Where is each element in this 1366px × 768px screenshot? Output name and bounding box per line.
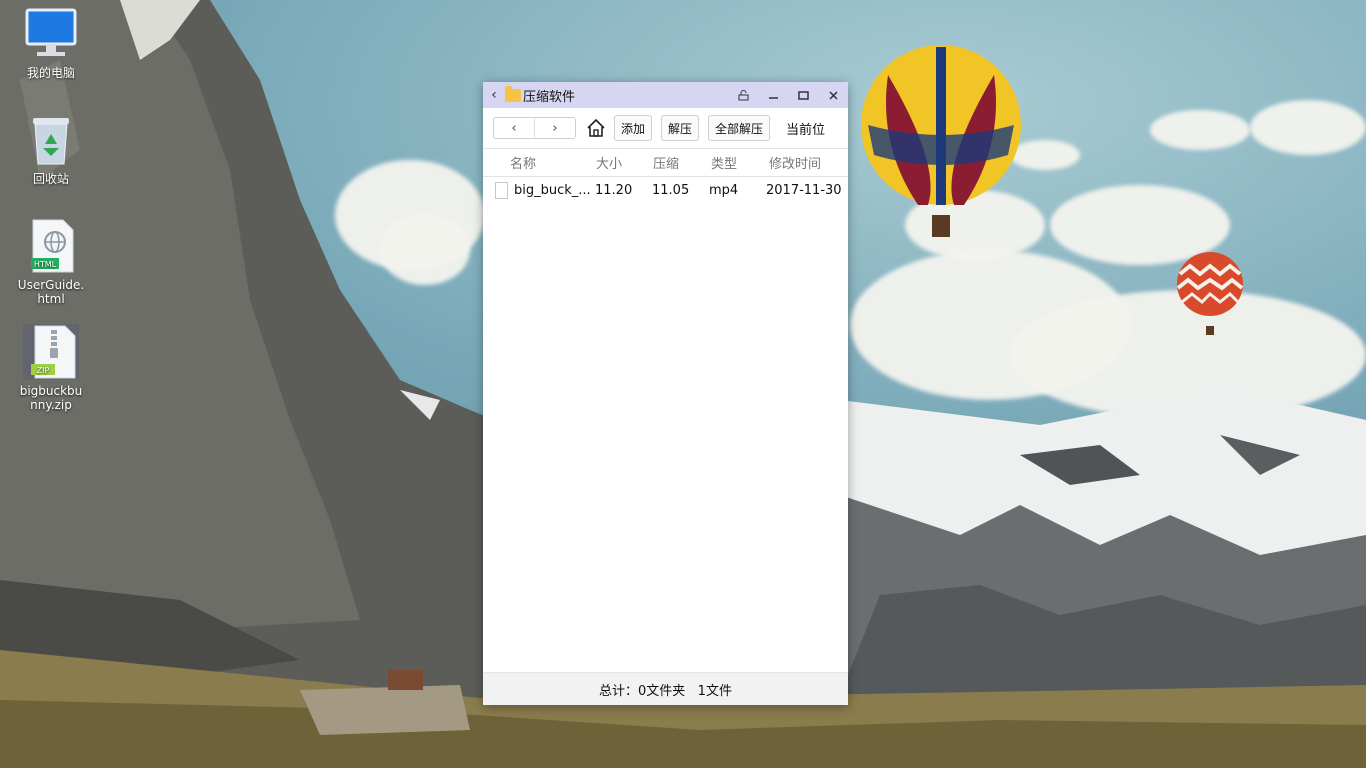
- file-name: big_buck_...: [514, 182, 591, 198]
- column-header-modified[interactable]: 修改时间: [769, 153, 821, 172]
- html-badge: HTML: [34, 260, 57, 269]
- desktop-icon-bigbuckbunny[interactable]: ZIP bigbuckbunny.zip: [16, 324, 86, 412]
- column-header-type[interactable]: 类型: [711, 153, 737, 172]
- file-icon: [495, 181, 508, 199]
- wallpaper-cloud: [1250, 100, 1366, 155]
- add-button[interactable]: 添加: [614, 115, 653, 141]
- window-titlebar[interactable]: ‹ 压缩软件: [483, 82, 848, 108]
- window-title: 压缩软件: [523, 89, 576, 105]
- window-toolbar: ‹ › 添加 解压 全部解压 当前位: [483, 108, 848, 148]
- navigation-group: ‹ ›: [493, 117, 576, 139]
- pin-icon[interactable]: [728, 82, 758, 108]
- minimize-icon[interactable]: [758, 82, 788, 108]
- nav-forward-button[interactable]: ›: [534, 118, 575, 138]
- recycle-bin-icon: [23, 112, 79, 168]
- extract-all-button[interactable]: 全部解压: [708, 115, 771, 141]
- desktop-icon-recycle-bin[interactable]: 回收站: [16, 112, 86, 186]
- file-size: 11.20: [595, 182, 633, 198]
- desktop-icon-label: UserGuide.html: [17, 278, 85, 306]
- nav-back-button[interactable]: ‹: [494, 118, 534, 138]
- column-header-name[interactable]: 名称: [510, 153, 536, 172]
- desktop-icon-label: bigbuckbunny.zip: [19, 384, 83, 412]
- wallpaper-balloon-large: [861, 45, 1021, 237]
- zip-file-icon: ZIP: [23, 324, 79, 380]
- column-header-compressed[interactable]: 压缩: [653, 153, 679, 172]
- desktop-icon-userguide[interactable]: HTML UserGuide.html: [16, 218, 86, 306]
- maximize-icon[interactable]: [788, 82, 818, 108]
- file-compressed-size: 11.05: [652, 182, 690, 198]
- file-modified: 2017-11-30: [766, 182, 842, 198]
- wallpaper-cloud: [1150, 110, 1250, 150]
- zip-badge: ZIP: [37, 366, 50, 375]
- status-bar: 总计：0文件夹 1文件: [483, 672, 848, 705]
- desktop-icon-label: 我的电脑: [26, 66, 75, 80]
- archive-window: ‹ 压缩软件 ‹ › 添加 解压 全部解压 当前位 名称 大小 压缩 类型 修改…: [483, 82, 848, 705]
- column-header-size[interactable]: 大小: [596, 153, 622, 172]
- wallpaper-balloon-small: [1176, 252, 1244, 335]
- current-location-label: 当前位: [786, 122, 826, 138]
- home-icon[interactable]: [586, 118, 606, 138]
- close-icon[interactable]: [818, 82, 848, 108]
- back-icon[interactable]: ‹: [483, 87, 505, 103]
- desktop-icon-label: 回收站: [32, 172, 69, 186]
- html-file-icon: HTML: [23, 218, 79, 274]
- file-type: mp4: [709, 182, 739, 198]
- extract-button[interactable]: 解压: [661, 115, 700, 141]
- file-row[interactable]: big_buck_... 11.20 11.05 mp4 2017-11-30: [483, 177, 848, 203]
- folder-icon: [505, 85, 521, 102]
- desktop-icon-my-computer[interactable]: 我的电脑: [16, 6, 86, 80]
- status-text: 总计：0文件夹 1文件: [599, 683, 732, 699]
- computer-icon: [23, 6, 79, 62]
- file-list-header: 名称 大小 压缩 类型 修改时间: [483, 148, 848, 177]
